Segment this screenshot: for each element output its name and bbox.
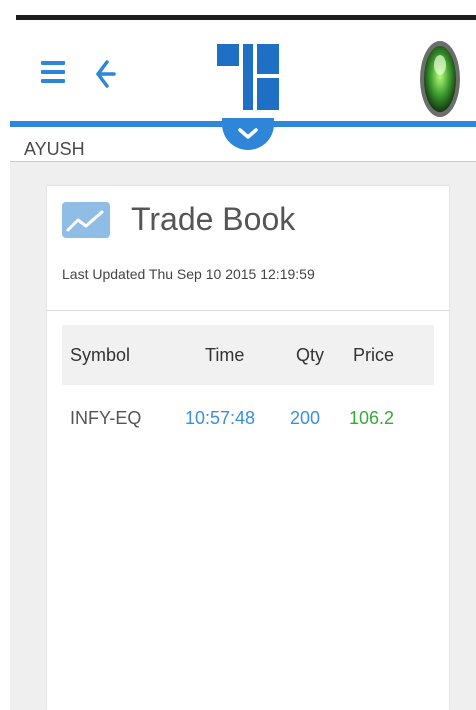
- column-header-time: Time: [205, 345, 245, 365]
- cell-price: 106.2: [349, 408, 395, 428]
- chevron-down-icon: [238, 128, 258, 139]
- cell-qty: 200: [290, 408, 321, 428]
- brand-logo: [217, 44, 279, 110]
- column-header-qty: Qty: [296, 345, 325, 365]
- profile-avatar[interactable]: [414, 35, 476, 123]
- page-title: Trade Book: [131, 201, 296, 237]
- column-header-price: Price: [353, 345, 395, 365]
- chart-line-icon: [62, 202, 110, 238]
- trade-book-card: [47, 186, 449, 710]
- card-divider: [47, 310, 449, 311]
- last-updated-text: Last Updated Thu Sep 10 2015 12:19:59: [62, 266, 315, 282]
- column-header-symbol: Symbol: [70, 345, 131, 365]
- user-name: AYUSH: [24, 139, 85, 159]
- user-dropdown-toggle[interactable]: [222, 118, 274, 150]
- back-arrow-icon[interactable]: [92, 59, 116, 89]
- top-border: [16, 15, 476, 20]
- hamburger-menu-icon[interactable]: [41, 61, 65, 83]
- cell-symbol[interactable]: INFY-EQ: [70, 408, 141, 429]
- cell-time: 10:57:48: [185, 408, 256, 428]
